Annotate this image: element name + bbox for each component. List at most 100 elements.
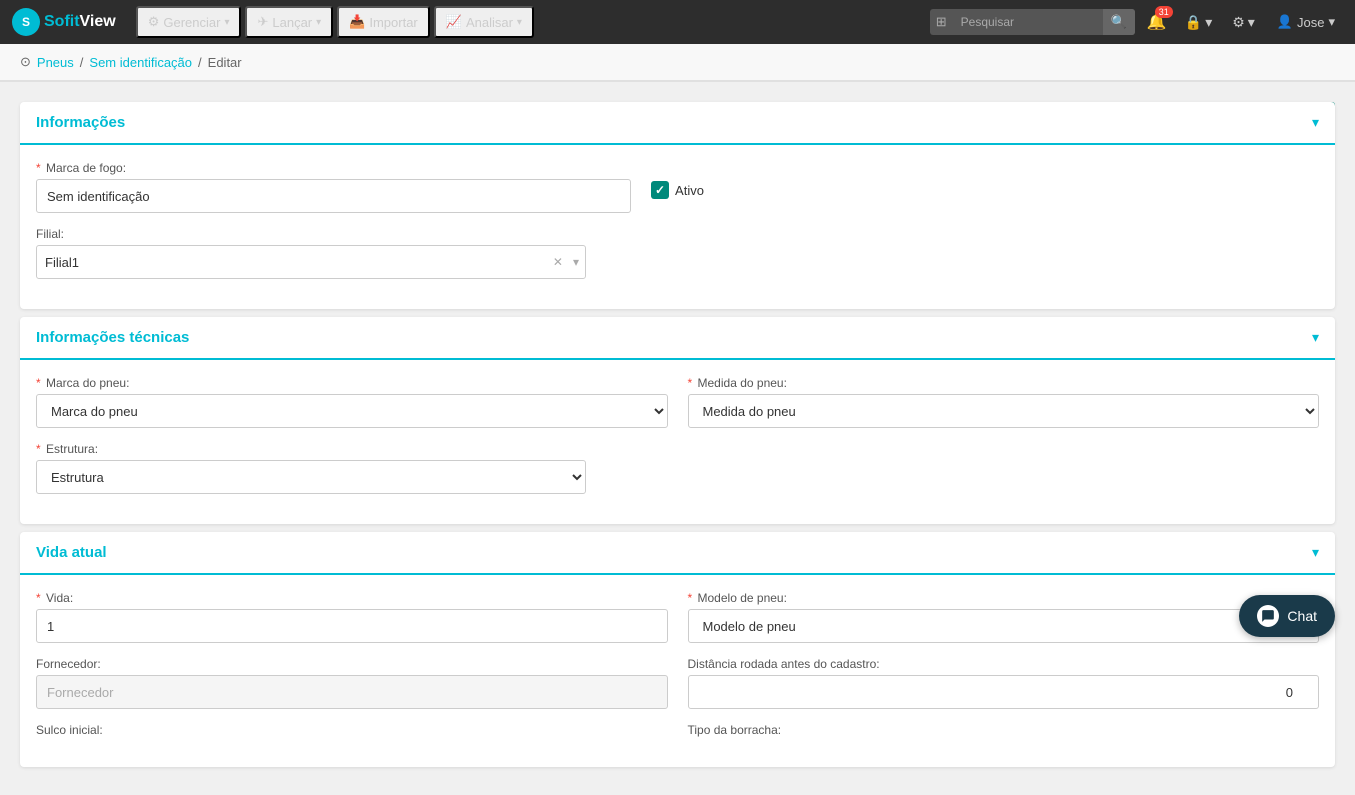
section-informacoes-body: * Marca de fogo: Ativo Filial: bbox=[20, 145, 1335, 309]
notification-badge: 31 bbox=[1155, 6, 1173, 18]
breadcrumb-pneus[interactable]: Pneus bbox=[37, 55, 74, 70]
lock-button[interactable]: 🔒▾ bbox=[1179, 10, 1218, 35]
chevron-down-icon: ▾ bbox=[1312, 114, 1319, 131]
search-box: ⊞ 🔍 bbox=[930, 9, 1135, 35]
settings-button[interactable]: ⚙▾ bbox=[1226, 10, 1261, 35]
brand-name: SofitView bbox=[44, 13, 116, 31]
vida-group: * Vida: bbox=[36, 591, 668, 643]
section-informacoes: Informações ▾ * Marca de fogo: Ativo bbox=[20, 102, 1335, 309]
fornecedor-label: Fornecedor: bbox=[36, 657, 668, 671]
marca-fogo-label: * Marca de fogo: bbox=[36, 161, 631, 175]
breadcrumb: ⊙ Pneus / Sem identificação / Editar bbox=[0, 44, 1355, 81]
section-tecnicas-header[interactable]: Informações técnicas ▾ bbox=[20, 317, 1335, 360]
tipo-borracha-label: Tipo da borracha: bbox=[688, 723, 1320, 737]
nav-importar[interactable]: 📥 Importar bbox=[337, 6, 430, 38]
vida-row1: * Vida: * Modelo de pneu: Modelo de pneu bbox=[36, 591, 1319, 643]
brand-logo[interactable]: S SofitView bbox=[12, 8, 116, 36]
ativo-group: Ativo bbox=[651, 161, 704, 213]
chevron-down-icon: ▾ bbox=[1328, 14, 1335, 30]
chat-icon bbox=[1257, 605, 1279, 627]
chevron-down-icon: ▾ bbox=[1312, 329, 1319, 346]
section-informacoes-title: Informações bbox=[36, 114, 125, 131]
vida-label: * Vida: bbox=[36, 591, 668, 605]
distancia-label: Distância rodada antes do cadastro: bbox=[688, 657, 1320, 671]
vida-input[interactable] bbox=[36, 609, 668, 643]
user-menu-button[interactable]: 👤 Jose ▾ bbox=[1269, 10, 1343, 34]
section-informacoes-tecnicas: Informações técnicas ▾ * Marca do pneu: … bbox=[20, 317, 1335, 524]
breadcrumb-separator: / bbox=[198, 55, 202, 70]
estrutura-select[interactable]: Estrutura bbox=[36, 460, 586, 494]
marca-fogo-input[interactable] bbox=[36, 179, 631, 213]
spacer bbox=[606, 442, 1319, 494]
gear-icon: ⚙ bbox=[148, 14, 160, 30]
required-indicator: * bbox=[36, 591, 41, 605]
ativo-label: Ativo bbox=[675, 183, 704, 198]
sulco-group: Sulco inicial: bbox=[36, 723, 668, 737]
spacer bbox=[724, 161, 1319, 213]
required-indicator: * bbox=[688, 591, 693, 605]
filial-label: Filial: bbox=[36, 227, 586, 241]
section-tecnicas-body: * Marca do pneu: Marca do pneu * Medida … bbox=[20, 360, 1335, 524]
spacer bbox=[606, 227, 1319, 279]
chevron-down-icon: ▾ bbox=[316, 17, 321, 28]
distancia-input[interactable] bbox=[688, 675, 1320, 709]
required-indicator: * bbox=[36, 376, 41, 390]
breadcrumb-editar: Editar bbox=[208, 55, 242, 70]
search-input[interactable] bbox=[953, 10, 1103, 34]
chevron-down-icon: ▾ bbox=[517, 17, 522, 28]
distancia-group: Distância rodada antes do cadastro: bbox=[688, 657, 1320, 709]
marca-pneu-group: * Marca do pneu: Marca do pneu bbox=[36, 376, 668, 428]
section-vida-atual: Vida atual ▾ * Vida: * Modelo de pneu: bbox=[20, 532, 1335, 767]
marca-pneu-label: * Marca do pneu: bbox=[36, 376, 668, 390]
informacoes-row2: Filial: Filial1 ✕ ▾ bbox=[36, 227, 1319, 279]
import-icon: 📥 bbox=[349, 14, 365, 30]
sulco-label: Sulco inicial: bbox=[36, 723, 668, 737]
tipo-borracha-group: Tipo da borracha: bbox=[688, 723, 1320, 737]
notifications-button[interactable]: 🔔 31 bbox=[1143, 8, 1171, 36]
tecnicas-row1: * Marca do pneu: Marca do pneu * Medida … bbox=[36, 376, 1319, 428]
chat-label: Chat bbox=[1287, 608, 1317, 624]
marca-pneu-select[interactable]: Marca do pneu bbox=[36, 394, 668, 428]
search-button[interactable]: 🔍 bbox=[1103, 9, 1135, 35]
section-vida-header[interactable]: Vida atual ▾ bbox=[20, 532, 1335, 575]
informacoes-row1: * Marca de fogo: Ativo bbox=[36, 161, 1319, 213]
main-content: Informações ▾ * Marca de fogo: Ativo bbox=[0, 82, 1355, 795]
chat-bubble-icon bbox=[1261, 609, 1275, 623]
tecnicas-row2: * Estrutura: Estrutura bbox=[36, 442, 1319, 494]
required-indicator: * bbox=[36, 161, 41, 175]
chevron-down-icon: ▾ bbox=[1205, 14, 1212, 31]
chevron-down-icon: ▾ bbox=[1312, 544, 1319, 561]
section-informacoes-header[interactable]: Informações ▾ bbox=[20, 102, 1335, 145]
ativo-checkbox[interactable] bbox=[651, 181, 669, 199]
vida-row2: Fornecedor: Distância rodada antes do ca… bbox=[36, 657, 1319, 709]
nav-lancar[interactable]: ✈ Lançar ▾ bbox=[245, 6, 333, 38]
fornecedor-group: Fornecedor: bbox=[36, 657, 668, 709]
filial-select[interactable]: Filial1 bbox=[37, 249, 549, 276]
estrutura-group: * Estrutura: Estrutura bbox=[36, 442, 586, 494]
chat-button[interactable]: Chat bbox=[1239, 595, 1335, 637]
modelo-pneu-label: * Modelo de pneu: bbox=[688, 591, 1320, 605]
user-icon: 👤 bbox=[1277, 14, 1293, 30]
breadcrumb-separator: / bbox=[80, 55, 84, 70]
clear-icon[interactable]: ✕ bbox=[549, 255, 567, 269]
section-tecnicas-title: Informações técnicas bbox=[36, 329, 189, 346]
chevron-down-icon: ▾ bbox=[567, 255, 585, 269]
section-vida-body: * Vida: * Modelo de pneu: Modelo de pneu bbox=[20, 575, 1335, 767]
nav-gerenciar[interactable]: ⚙ Gerenciar ▾ bbox=[136, 6, 242, 38]
modelo-pneu-group: * Modelo de pneu: Modelo de pneu bbox=[688, 591, 1320, 643]
brand-icon: S bbox=[12, 8, 40, 36]
modelo-pneu-select[interactable]: Modelo de pneu bbox=[688, 609, 1320, 643]
chevron-down-icon: ▾ bbox=[224, 17, 229, 28]
fornecedor-input[interactable] bbox=[36, 675, 668, 709]
ativo-checkbox-row: Ativo bbox=[651, 161, 704, 199]
launch-icon: ✈ bbox=[257, 14, 268, 30]
breadcrumb-sem-id[interactable]: Sem identificação bbox=[89, 55, 192, 70]
nav-analisar[interactable]: 📈 Analisar ▾ bbox=[434, 6, 534, 38]
medida-pneu-select[interactable]: Medida do pneu bbox=[688, 394, 1320, 428]
required-indicator: * bbox=[36, 442, 41, 456]
filial-group: Filial: Filial1 ✕ ▾ bbox=[36, 227, 586, 279]
filial-select-wrapper: Filial1 ✕ ▾ bbox=[36, 245, 586, 279]
marca-fogo-group: * Marca de fogo: bbox=[36, 161, 631, 213]
table-icon: ⊞ bbox=[930, 14, 953, 30]
medida-pneu-label: * Medida do pneu: bbox=[688, 376, 1320, 390]
